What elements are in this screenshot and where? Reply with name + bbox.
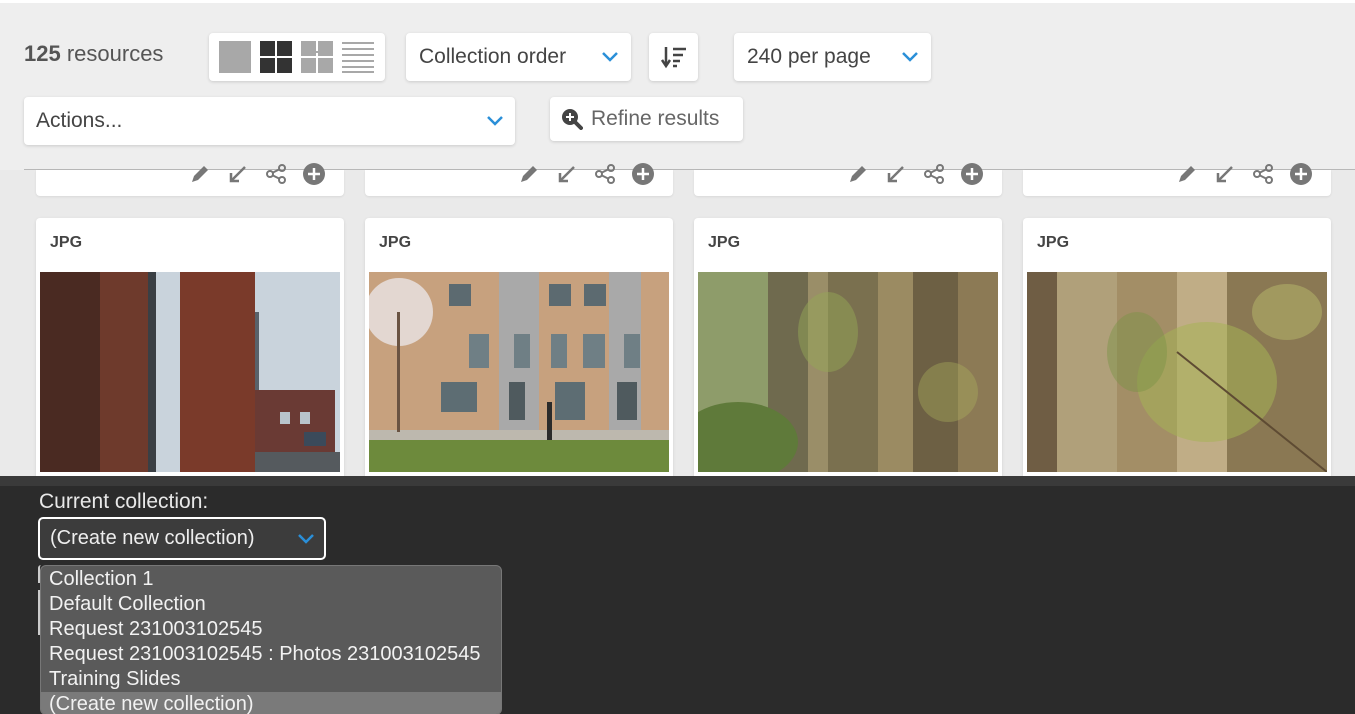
collection-option[interactable]: Default Collection [41,592,501,617]
preview-expand-icon[interactable] [884,162,908,186]
preview-expand-icon[interactable] [1213,162,1237,186]
per-page-label: 240 per page [747,45,871,68]
list-view-icon [342,42,374,73]
collection-option-selected[interactable]: (Create new collection) [41,692,501,714]
resource-thumbnail[interactable] [40,272,340,472]
view-mode-switcher [209,33,385,81]
list-view-button[interactable] [341,40,375,74]
search-toolbar: 125 resources Collection order 240 per p… [0,0,1355,170]
resource-card-stub [36,163,344,196]
sort-direction-button[interactable] [649,33,698,81]
add-to-collection-icon[interactable] [1289,162,1313,186]
resource-card-stub [1023,163,1331,196]
refine-results-label: Refine results [591,107,720,130]
share-icon[interactable] [922,162,946,186]
collection-dropdown-list: Collection 1 Default Collection Request … [40,565,502,714]
add-to-collection-icon[interactable] [631,162,655,186]
chevron-down-icon [298,533,314,544]
resource-card[interactable]: JPG [365,218,673,488]
medium-thumbs-view-button[interactable] [259,40,293,74]
file-type-label: JPG [50,234,83,251]
search-plus-icon [561,108,583,130]
resource-card-stub [694,163,1002,196]
refine-results-button[interactable]: Refine results [550,97,743,141]
large-thumbs-icon [219,41,251,73]
edit-icon[interactable] [846,162,870,186]
share-icon[interactable] [1251,162,1275,186]
share-icon[interactable] [593,162,617,186]
chevron-down-icon [902,52,918,62]
per-page-select[interactable]: 240 per page [734,33,931,81]
sort-order-select[interactable]: Collection order [406,33,631,81]
resource-thumbnail[interactable] [369,272,669,472]
large-thumbs-view-button[interactable] [218,40,252,74]
resource-thumbnail[interactable] [1027,272,1327,472]
small-thumbs-icon [301,41,333,73]
resource-count-number: 125 [24,41,61,66]
edit-icon[interactable] [517,162,541,186]
resource-thumbnail[interactable] [698,272,998,472]
resource-card[interactable]: JPG [36,218,344,488]
collection-option[interactable]: Training Slides [41,667,501,692]
file-type-label: JPG [708,234,741,251]
resource-count-label: resources [60,41,164,66]
current-collection-value: (Create new collection) [50,527,255,549]
small-thumbs-view-button[interactable] [300,40,334,74]
sort-descending-icon [660,47,686,69]
file-type-label: JPG [1037,234,1070,251]
current-collection-select[interactable]: (Create new collection) [38,517,326,560]
resource-card[interactable]: JPG [694,218,1002,488]
actions-select[interactable]: Actions... [24,97,515,145]
chevron-down-icon [602,52,618,62]
edit-icon[interactable] [188,162,212,186]
chevron-down-icon [487,116,503,126]
resource-card[interactable]: JPG [1023,218,1331,488]
resource-card-stub [365,163,673,196]
current-collection-label: Current collection: [39,490,209,513]
medium-thumbs-icon [260,41,292,73]
add-to-collection-icon[interactable] [302,162,326,186]
add-to-collection-icon[interactable] [960,162,984,186]
share-icon[interactable] [264,162,288,186]
preview-expand-icon[interactable] [555,162,579,186]
file-type-label: JPG [379,234,412,251]
edit-icon[interactable] [1175,162,1199,186]
actions-label: Actions... [36,109,123,132]
collection-option[interactable]: Request 231003102545 [41,617,501,642]
preview-expand-icon[interactable] [226,162,250,186]
collection-option[interactable]: Collection 1 [41,567,501,592]
resource-count: 125 resources [24,41,163,67]
sort-order-label: Collection order [419,45,567,68]
collection-option[interactable]: Request 231003102545 : Photos 2310031025… [41,642,501,667]
